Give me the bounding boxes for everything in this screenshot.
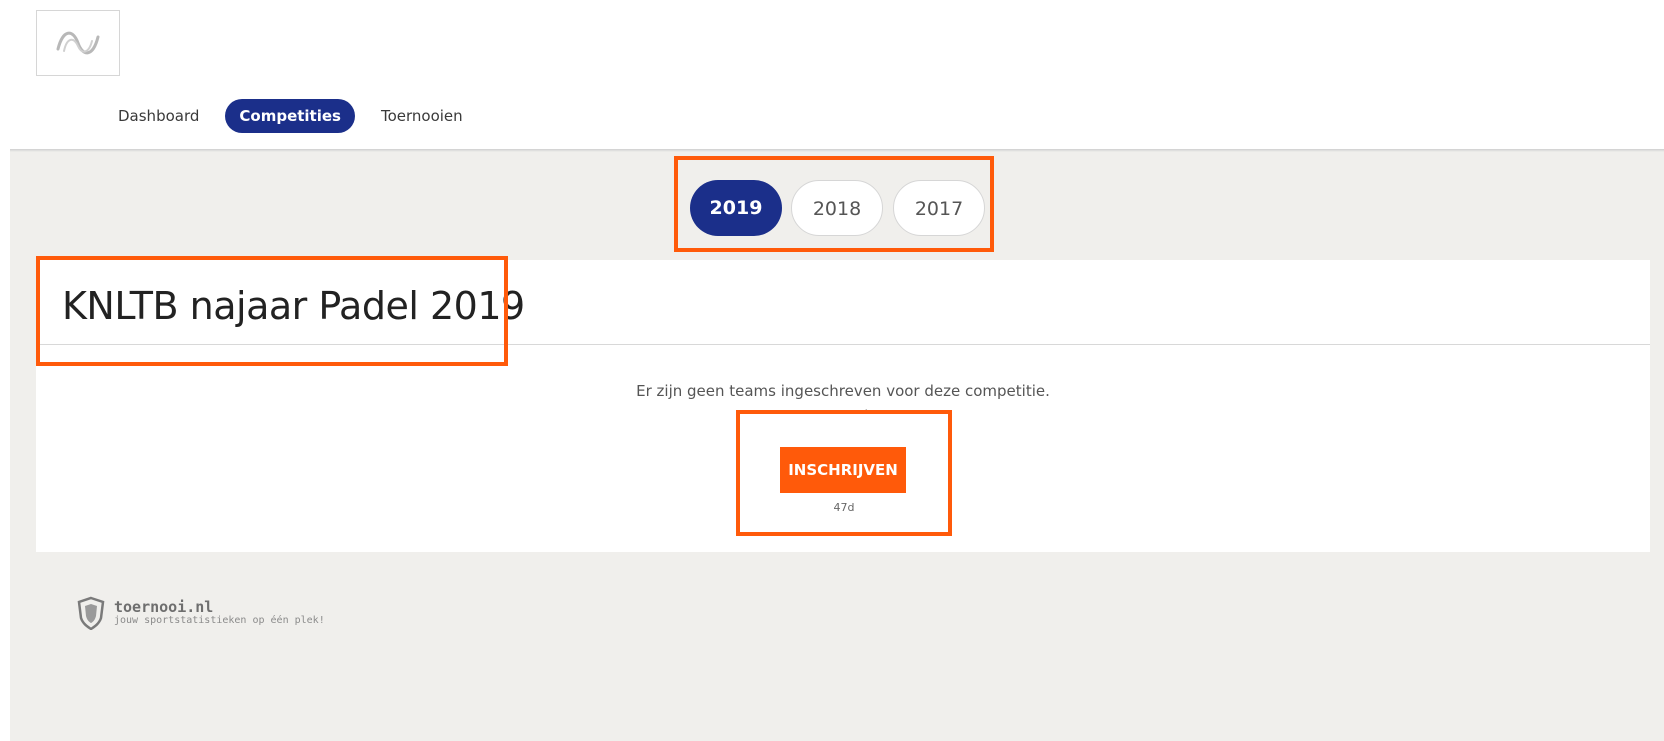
days-left-text: 47d <box>833 501 855 514</box>
empty-message: Er zijn geen teams ingeschreven voor dez… <box>636 382 1050 400</box>
header-divider <box>10 149 1664 152</box>
signup-button[interactable]: INSCHRIJVEN <box>780 447 906 493</box>
nav-competities[interactable]: Competities <box>225 99 355 133</box>
wave-logo-icon <box>56 31 100 55</box>
year-2019-button[interactable]: 2019 <box>690 180 782 236</box>
brand-name: toernooi.nl <box>114 598 214 616</box>
title-highlight <box>36 256 508 366</box>
year-2018-button[interactable]: 2018 <box>791 180 883 236</box>
nav-dashboard[interactable]: Dashboard <box>104 99 213 133</box>
logo[interactable] <box>36 10 120 76</box>
top-header: Dashboard Competities Toernooien <box>0 0 1664 151</box>
shield-icon <box>77 596 105 630</box>
year-2017-button[interactable]: 2017 <box>893 180 985 236</box>
brand-tagline: jouw sportstatistieken op één plek! <box>114 615 325 626</box>
nav-toernooien[interactable]: Toernooien <box>367 99 477 133</box>
main-nav: Dashboard Competities Toernooien <box>104 98 477 134</box>
footer-brand[interactable]: toernooi.nl jouw sportstatistieken op éé… <box>76 596 325 630</box>
